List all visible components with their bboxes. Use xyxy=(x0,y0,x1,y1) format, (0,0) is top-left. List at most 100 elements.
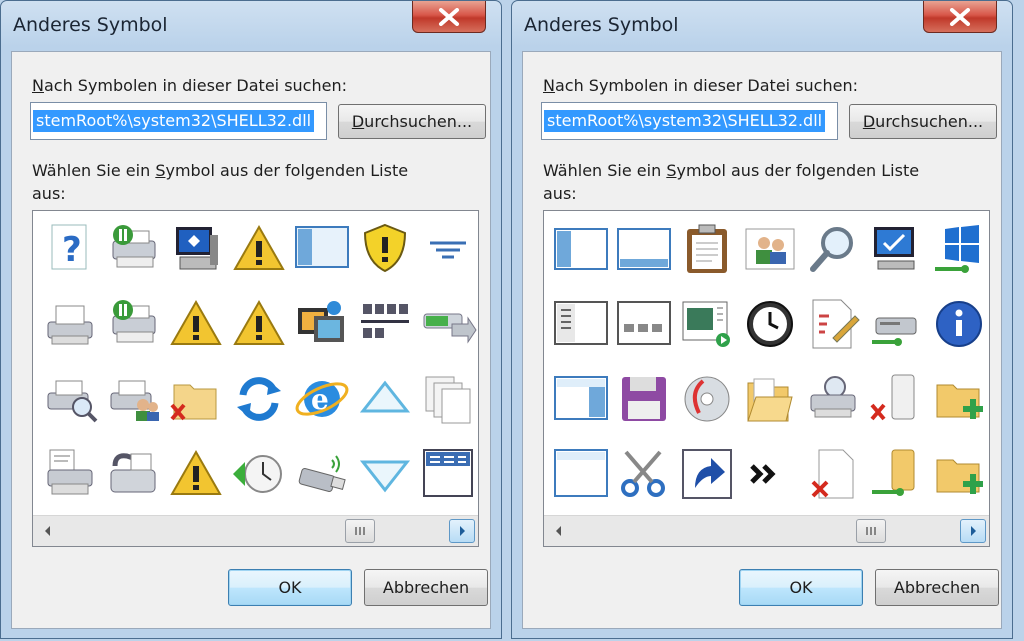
horizontal-scrollbar[interactable] xyxy=(544,515,989,546)
close-button[interactable] xyxy=(412,1,486,33)
ok-button[interactable]: OK xyxy=(739,569,863,606)
icon-option[interactable] xyxy=(103,219,163,279)
icon-option[interactable] xyxy=(229,369,289,429)
icon-option[interactable] xyxy=(740,294,800,354)
scroll-left-button[interactable] xyxy=(546,519,572,543)
icon-option[interactable] xyxy=(677,444,737,504)
icon-option[interactable]: e xyxy=(292,369,352,429)
icon-option[interactable] xyxy=(103,294,163,354)
icon-option[interactable] xyxy=(229,444,289,504)
icon-option[interactable] xyxy=(40,369,100,429)
icon-option[interactable] xyxy=(166,294,226,354)
icon-option[interactable] xyxy=(551,369,611,429)
network-printer-icon xyxy=(810,376,856,418)
icon-option[interactable]: ? xyxy=(40,219,100,279)
icon-list[interactable] xyxy=(543,210,990,547)
icon-option[interactable] xyxy=(551,294,611,354)
printer-users-icon xyxy=(110,380,159,421)
icon-option[interactable] xyxy=(740,369,800,429)
icon-option[interactable] xyxy=(292,219,352,279)
choose-icon-label: Wählen Sie ein Symbol aus der folgenden … xyxy=(543,161,920,203)
svg-text:?: ? xyxy=(62,230,82,270)
windows-network-icon xyxy=(935,225,979,273)
usb-stick-icon xyxy=(298,455,346,492)
icon-option[interactable] xyxy=(166,444,226,504)
svg-text:e: e xyxy=(311,383,329,416)
horizontal-scrollbar[interactable] xyxy=(33,515,478,546)
icon-option[interactable] xyxy=(418,444,478,504)
arrow-left-icon xyxy=(556,526,561,536)
icon-option[interactable] xyxy=(355,444,415,504)
scroll-right-button[interactable] xyxy=(449,519,475,543)
icon-option[interactable] xyxy=(103,369,163,429)
warning-icon xyxy=(170,299,222,345)
icon-option[interactable] xyxy=(677,219,737,279)
panel-left-icon xyxy=(554,228,608,270)
icon-option[interactable] xyxy=(418,369,478,429)
icon-option[interactable] xyxy=(614,369,674,429)
icon-option[interactable] xyxy=(418,294,478,354)
icon-option[interactable] xyxy=(866,219,926,279)
icon-option[interactable] xyxy=(103,444,163,504)
dialog-title: Anderes Symbol xyxy=(13,14,168,36)
panel-bottom-icon xyxy=(617,228,671,270)
icon-option[interactable] xyxy=(803,369,863,429)
icon-option[interactable] xyxy=(40,444,100,504)
icon-option[interactable] xyxy=(866,444,926,504)
scroll-left-button[interactable] xyxy=(35,519,61,543)
icon-option[interactable] xyxy=(355,219,415,279)
icon-option[interactable] xyxy=(292,294,352,354)
panel-left-blue-icon xyxy=(554,376,608,420)
file-path-input[interactable]: stemRoot%\system32\SHELL32.dll xyxy=(30,102,327,140)
close-button[interactable] xyxy=(923,1,997,33)
icon-option[interactable] xyxy=(929,294,989,354)
icon-option[interactable] xyxy=(866,369,926,429)
browse-button[interactable]: Durchsuchen... xyxy=(849,104,997,139)
icon-option[interactable] xyxy=(803,294,863,354)
arrow-right-icon xyxy=(971,526,976,536)
icon-option[interactable] xyxy=(40,294,100,354)
icon-option[interactable] xyxy=(677,369,737,429)
ok-button[interactable]: OK xyxy=(228,569,352,606)
fax-printer-icon xyxy=(47,305,93,345)
close-icon xyxy=(950,8,970,26)
icon-option[interactable] xyxy=(614,219,674,279)
icon-option[interactable] xyxy=(929,219,989,279)
panel-window-icon xyxy=(554,449,608,497)
cancel-button[interactable]: Abbrechen xyxy=(875,569,999,606)
icon-option[interactable] xyxy=(355,294,415,354)
icon-option[interactable] xyxy=(229,294,289,354)
scroll-right-button[interactable] xyxy=(960,519,986,543)
open-folder-icon xyxy=(747,378,793,422)
icon-option[interactable] xyxy=(551,444,611,504)
cd-disc-icon xyxy=(684,376,730,422)
icon-option[interactable] xyxy=(292,444,352,504)
icon-option[interactable] xyxy=(929,369,989,429)
icon-option[interactable] xyxy=(418,219,478,279)
icon-option[interactable] xyxy=(740,444,800,504)
icon-option[interactable] xyxy=(929,444,989,504)
icon-option[interactable] xyxy=(166,219,226,279)
network-drive-icon xyxy=(872,317,917,346)
icon-option[interactable] xyxy=(614,444,674,504)
copy-pages-icon xyxy=(425,376,471,424)
double-chevron-icon xyxy=(750,464,776,484)
cancel-button[interactable]: Abbrechen xyxy=(364,569,488,606)
icon-option[interactable] xyxy=(229,219,289,279)
icon-option[interactable] xyxy=(551,219,611,279)
file-path-input[interactable]: stemRoot%\system32\SHELL32.dll xyxy=(541,102,838,140)
scrollbar-thumb[interactable] xyxy=(856,519,886,543)
icon-option[interactable] xyxy=(166,369,226,429)
icon-option[interactable] xyxy=(803,444,863,504)
icon-option[interactable] xyxy=(355,369,415,429)
icon-list[interactable]: ? e xyxy=(32,210,479,547)
scrollbar-thumb[interactable] xyxy=(345,519,375,543)
printer-paused-icon xyxy=(112,225,156,268)
browse-button[interactable]: Durchsuchen... xyxy=(338,104,486,139)
icon-option[interactable] xyxy=(614,294,674,354)
icon-option[interactable] xyxy=(803,219,863,279)
icon-option[interactable] xyxy=(677,294,737,354)
icon-option[interactable] xyxy=(866,294,926,354)
icon-option[interactable] xyxy=(740,219,800,279)
media-player-icon xyxy=(682,301,730,347)
